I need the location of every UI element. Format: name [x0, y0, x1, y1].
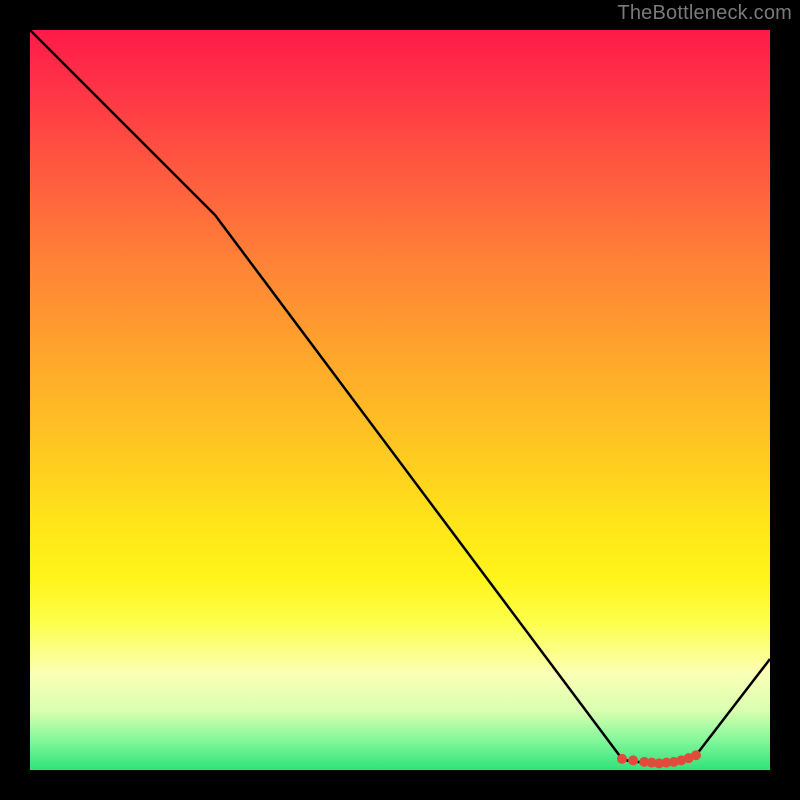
chart-svg [30, 30, 770, 770]
chart-container: TheBottleneck.com [0, 0, 800, 800]
chart-line [30, 30, 770, 763]
plot-area [30, 30, 770, 770]
chart-marker [691, 750, 701, 760]
chart-marker [628, 755, 638, 765]
attribution-text: TheBottleneck.com [617, 2, 792, 25]
chart-marker [617, 754, 627, 764]
